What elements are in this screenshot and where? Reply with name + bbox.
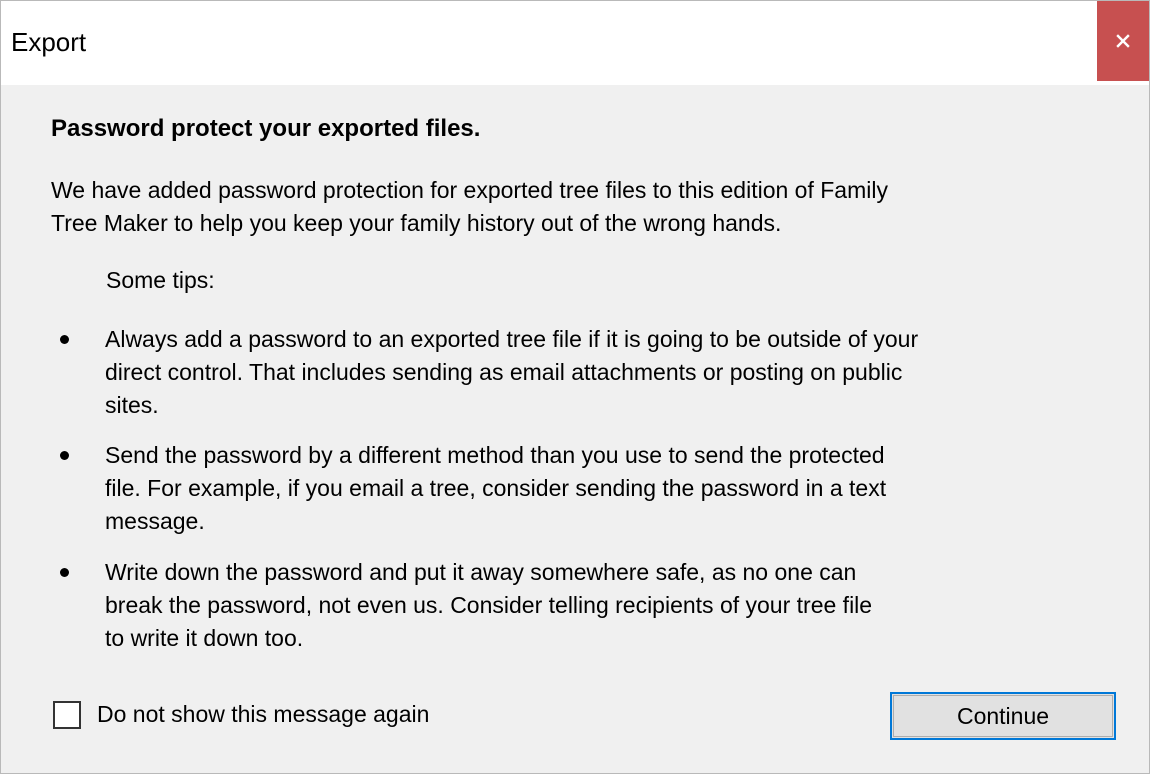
bullet-icon — [60, 335, 69, 344]
dont-show-again-checkbox[interactable] — [53, 701, 81, 729]
title-bar[interactable]: Export — [1, 1, 1149, 85]
dont-show-again-label[interactable]: Do not show this message again — [97, 698, 429, 731]
tip-line: to write it down too. — [105, 625, 304, 651]
bullet-icon — [60, 568, 69, 577]
tip-line: break the password, not even us. Conside… — [105, 592, 873, 618]
tips-label: Some tips: — [106, 267, 215, 293]
tip-line: Write down the password and put it away … — [105, 559, 857, 585]
tip-line: Send the password by a different method … — [105, 442, 885, 468]
tip-line: message. — [105, 508, 205, 534]
tip-item: Send the password by a different method … — [105, 439, 1095, 538]
close-button[interactable] — [1097, 1, 1149, 81]
tip-item: Write down the password and put it away … — [105, 556, 1095, 655]
continue-button[interactable]: Continue — [890, 692, 1116, 740]
intro-line: Tree Maker to help you keep your family … — [51, 210, 782, 236]
export-dialog: Export Password protect your exported fi… — [0, 0, 1150, 774]
dialog-heading: Password protect your exported files. — [51, 115, 481, 142]
tip-line: direct control. That includes sending as… — [105, 359, 903, 385]
intro-line: We have added password protection for ex… — [51, 177, 888, 203]
bullet-icon — [60, 451, 69, 460]
intro-text: We have added password protection for ex… — [51, 174, 1091, 240]
tip-line: Always add a password to an exported tre… — [105, 326, 919, 352]
close-icon — [1116, 34, 1130, 48]
tip-line: file. For example, if you email a tree, … — [105, 475, 887, 501]
continue-label: Continue — [956, 702, 1050, 729]
tip-item: Always add a password to an exported tre… — [105, 323, 1095, 422]
window-title: Export — [11, 27, 87, 57]
tip-line: sites. — [105, 392, 159, 418]
dialog-content: Password protect your exported files. We… — [1, 85, 1149, 773]
